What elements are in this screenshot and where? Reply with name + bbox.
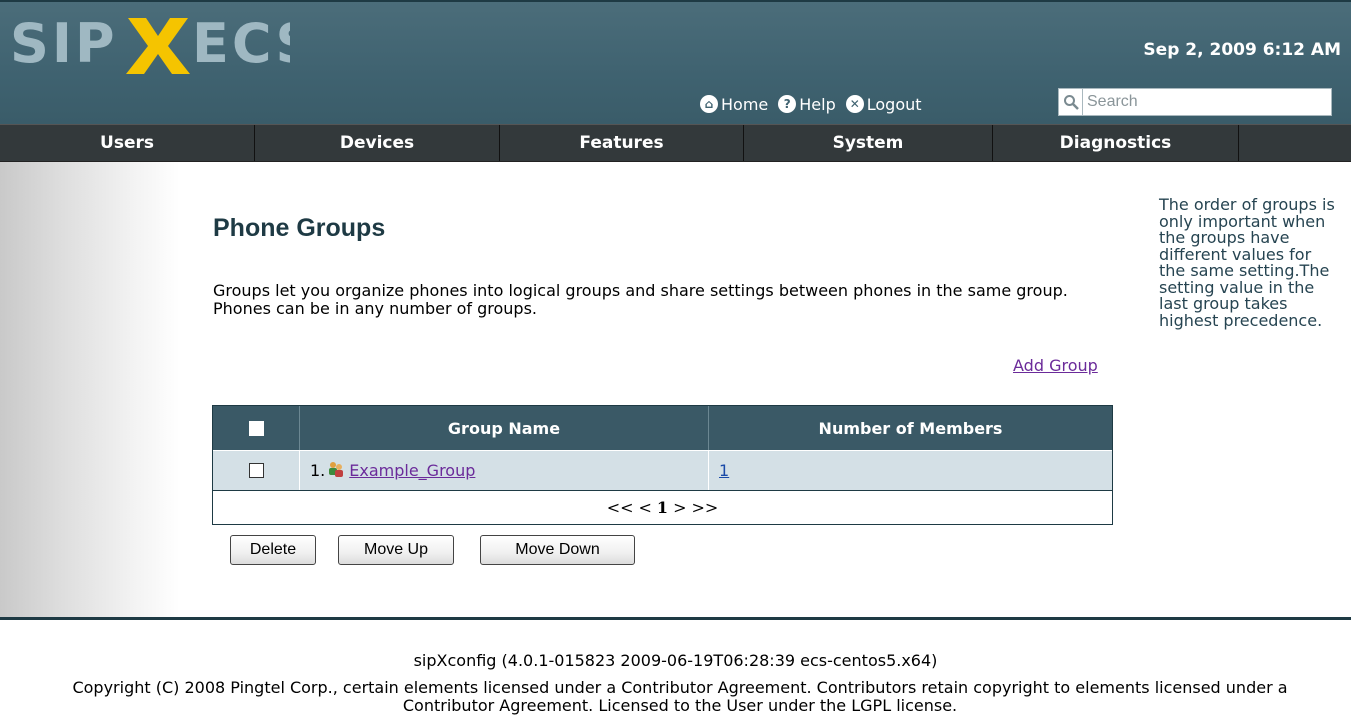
groups-table: Group Name Number of Members 1. Example_… <box>212 405 1113 525</box>
home-icon: ⌂ <box>700 95 718 113</box>
nav-system[interactable]: System <box>744 125 992 161</box>
footer-divider <box>0 617 1351 620</box>
members-count-link[interactable]: 1 <box>719 461 729 480</box>
pager-prev[interactable]: < <box>639 498 652 517</box>
logo-graphic: SIP ECS <box>10 12 314 75</box>
header: SIP ECS Sep 2, 2009 6:12 AM ⌂ Home ? Hel… <box>0 2 1351 124</box>
main-nav: Users Devices Features System Diagnostic… <box>0 124 1351 162</box>
row-select-cell <box>213 451 300 490</box>
nav-features[interactable]: Features <box>500 125 743 161</box>
add-group-link[interactable]: Add Group <box>1013 356 1098 375</box>
version-info: sipXconfig (4.0.1-015823 2009-06-19T06:2… <box>413 651 938 670</box>
pager-first[interactable]: << <box>607 498 634 517</box>
move-up-button[interactable]: Move Up <box>338 535 454 565</box>
svg-text:SIP: SIP <box>10 12 118 75</box>
logout-link[interactable]: ✕ Logout <box>845 94 922 114</box>
nav-devices[interactable]: Devices <box>255 125 499 161</box>
select-all-checkbox[interactable] <box>248 420 264 436</box>
home-link[interactable]: ⌂ Home <box>700 95 768 114</box>
table-row: 1. Example_Group 1 <box>213 450 1112 490</box>
table-header: Group Name Number of Members <box>213 406 1112 450</box>
svg-text:ECS: ECS <box>192 12 290 75</box>
logout-icon: ✕ <box>845 95 864 113</box>
help-icon: ? <box>778 95 797 113</box>
group-name-link[interactable]: Example_Group <box>349 461 475 480</box>
group-icon <box>327 460 345 482</box>
help-link[interactable]: ? Help <box>778 94 836 114</box>
search-input[interactable] <box>1082 88 1332 116</box>
search-icon[interactable] <box>1058 88 1082 116</box>
left-gutter <box>0 162 180 617</box>
search-box <box>1058 88 1332 116</box>
column-header-members[interactable]: Number of Members <box>709 406 1112 450</box>
move-down-button[interactable]: Move Down <box>480 535 635 565</box>
sipxecs-logo[interactable]: SIP ECS <box>10 10 314 80</box>
group-name-cell: 1. Example_Group <box>300 451 709 490</box>
nav-divider <box>1238 125 1239 161</box>
pager-next[interactable]: > <box>673 498 686 517</box>
nav-diagnostics[interactable]: Diagnostics <box>993 125 1238 161</box>
row-index: 1. <box>310 461 326 480</box>
help-sidenote: The order of groups is only important wh… <box>1159 195 1335 330</box>
pager-current: 1 <box>656 498 669 517</box>
datetime: Sep 2, 2009 6:12 AM <box>1143 40 1341 60</box>
page-title: Phone Groups <box>213 214 386 242</box>
column-header-group-name[interactable]: Group Name <box>300 406 709 450</box>
row-checkbox[interactable] <box>248 463 264 478</box>
pager: << < 1 > >> <box>213 490 1112 524</box>
members-cell: 1 <box>709 451 1112 490</box>
logout-link-label: Logout <box>866 94 922 114</box>
copyright-notice: Copyright (C) 2008 Pingtel Corp., certai… <box>72 678 1288 715</box>
delete-button[interactable]: Delete <box>230 535 316 565</box>
home-link-label: Home <box>721 94 769 114</box>
top-links: ⌂ Home ? Help ✕ Logout <box>700 92 926 116</box>
help-link-label: Help <box>799 94 836 114</box>
page-description: Groups let you organize phones into logi… <box>213 281 1068 318</box>
pager-last[interactable]: >> <box>691 498 718 517</box>
select-all-header <box>213 406 300 450</box>
nav-users[interactable]: Users <box>0 125 254 161</box>
